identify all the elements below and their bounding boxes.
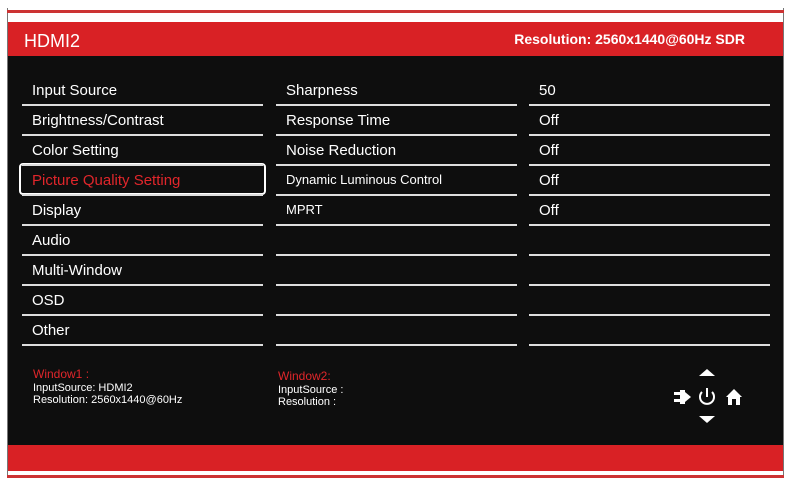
menu-item-7[interactable]: OSD [22, 286, 263, 316]
setting-value-7[interactable] [529, 286, 770, 316]
home-icon[interactable] [726, 389, 742, 405]
window1-label: Window1 : [33, 367, 90, 381]
setting-value-0[interactable]: 50 [529, 76, 770, 106]
menu-item-8[interactable]: Other [22, 316, 263, 346]
submenu-item-3[interactable]: Dynamic Luminous Control [276, 166, 517, 196]
menu-item-0[interactable]: Input Source [22, 76, 263, 106]
navigation-keys [674, 369, 742, 423]
setting-value-8[interactable] [529, 316, 770, 346]
divider [7, 475, 784, 478]
setting-value-4[interactable]: Off [529, 196, 770, 226]
down-arrow-icon[interactable] [699, 416, 715, 423]
submenu-item-2[interactable]: Noise Reduction [276, 136, 517, 166]
setting-value-6[interactable] [529, 256, 770, 286]
up-arrow-icon[interactable] [699, 369, 715, 376]
window2-resolution: Resolution : [278, 396, 337, 408]
window2-label: Window2: [278, 369, 331, 383]
menu-item-2[interactable]: Color Setting [22, 136, 263, 166]
submenu-item-0[interactable]: Sharpness [276, 76, 517, 106]
window1-resolution: Resolution: 2560x1440@60Hz [33, 394, 183, 406]
power-icon[interactable] [699, 388, 715, 405]
submenu-item-8[interactable] [276, 316, 517, 346]
submenu-item-4[interactable]: MPRT [276, 196, 517, 226]
exit-icon[interactable] [674, 390, 691, 404]
window2-input: InputSource : [278, 384, 344, 396]
osd-footer [8, 445, 783, 471]
osd-header: HDMI2 Resolution: 2560x1440@60Hz SDR [8, 22, 783, 56]
setting-value-2[interactable]: Off [529, 136, 770, 166]
setting-value-1[interactable]: Off [529, 106, 770, 136]
menu-item-4[interactable]: Display [22, 196, 263, 226]
window2-info: Window2: InputSource : Resolution : [278, 370, 343, 408]
osd-main: Input Source Brightness/Contrast Color Set… [8, 56, 783, 445]
setting-value-3[interactable]: Off [529, 166, 770, 196]
menu-item-3[interactable]: Picture Quality Setting [22, 166, 263, 196]
divider [7, 10, 784, 13]
submenu-item-5[interactable] [276, 226, 517, 256]
window1-info: Window1 : InputSource: HDMI2 Resolution:… [33, 368, 182, 406]
menu-item-5[interactable]: Audio [22, 226, 263, 256]
submenu-item-7[interactable] [276, 286, 517, 316]
resolution-status: Resolution: 2560x1440@60Hz SDR [514, 31, 745, 47]
menu-item-1[interactable]: Brightness/Contrast [22, 106, 263, 136]
submenu-item-6[interactable] [276, 256, 517, 286]
menu-item-6[interactable]: Multi-Window [22, 256, 263, 286]
submenu-item-1[interactable]: Response Time [276, 106, 517, 136]
input-title: HDMI2 [24, 31, 81, 51]
setting-value-5[interactable] [529, 226, 770, 256]
window1-input: InputSource: HDMI2 [33, 382, 133, 394]
